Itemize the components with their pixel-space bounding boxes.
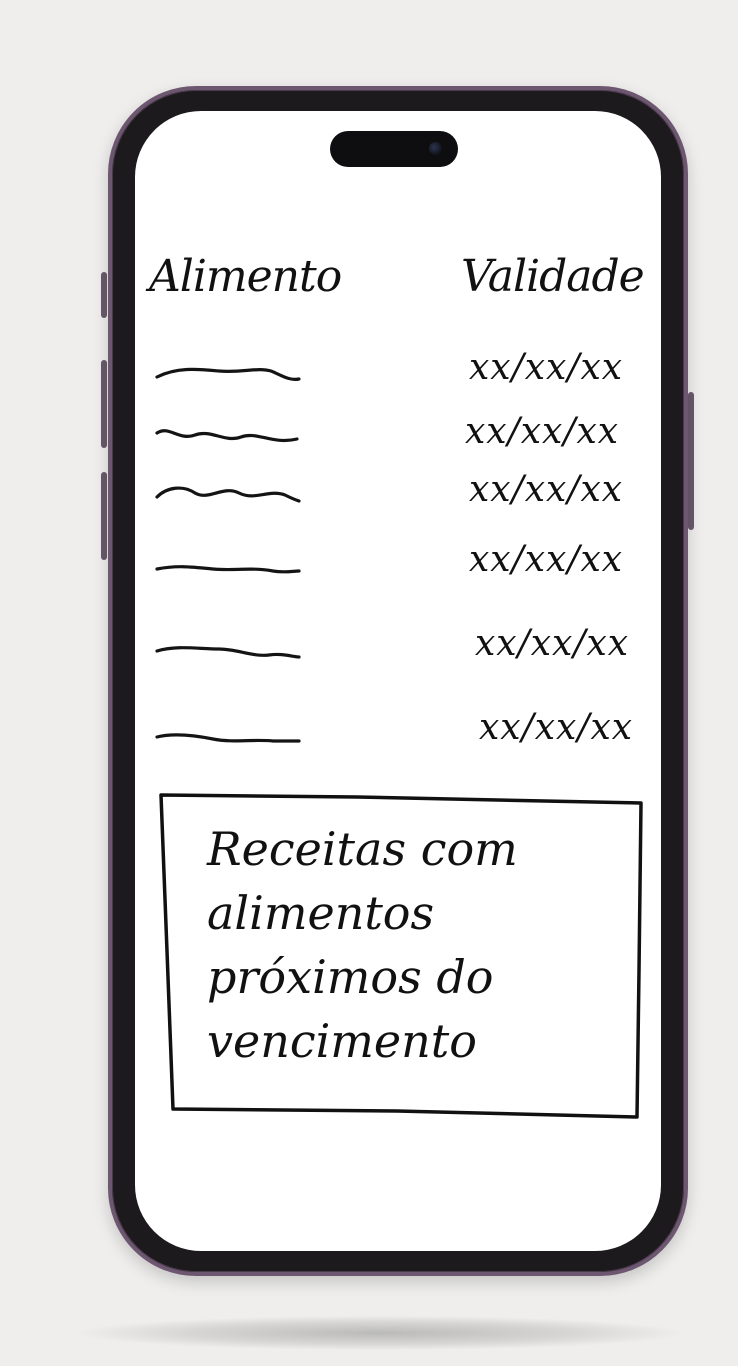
expiry-date: xx/xx/xx [469,347,624,388]
column-header-food: Alimento [149,251,342,302]
phone-shadow [80,1316,680,1350]
recipes-button-label: Receitas com alimentos próximos do venci… [207,822,518,1068]
expiry-date: xx/xx/xx [475,623,630,664]
food-name-squiggle-icon [155,733,301,743]
expiry-date: xx/xx/xx [479,707,634,748]
dynamic-island [330,131,458,167]
food-name-squiggle-icon [155,367,301,381]
food-name-squiggle-icon [155,486,301,503]
expiry-date: xx/xx/xx [465,411,620,452]
column-header-expiry: Validade [461,251,645,302]
food-name-squiggle-icon [155,646,301,659]
expiry-date: xx/xx/xx [469,539,624,580]
expiry-date: xx/xx/xx [469,469,624,510]
mute-switch [101,272,107,318]
phone-screen: Alimento Validade xx/xx/xx xx/xx/xx xx/x… [135,111,661,1251]
power-button [688,392,694,530]
food-name-squiggle-icon [155,565,301,574]
food-name-squiggle-icon [155,429,299,442]
volume-down-button [101,472,107,560]
recipes-button[interactable]: Receitas com alimentos próximos do venci… [157,791,645,1121]
front-camera-icon [429,142,442,155]
volume-up-button [101,360,107,448]
